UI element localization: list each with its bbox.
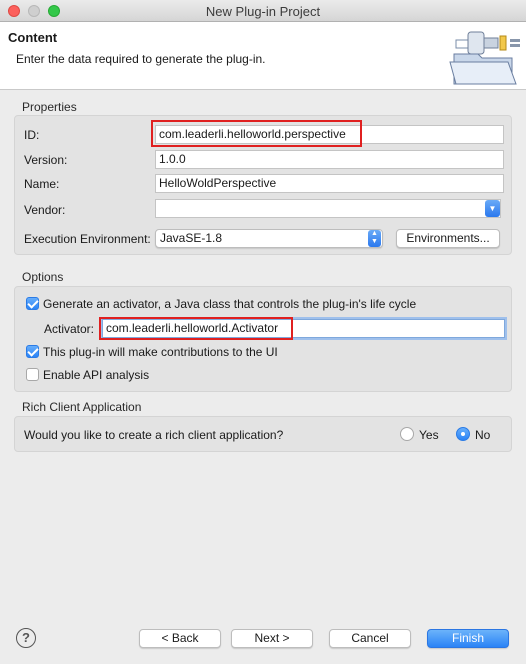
generate-activator-label: Generate an activator, a Java class that…	[43, 297, 417, 311]
id-input[interactable]: com.leaderli.helloworld.perspective	[155, 125, 504, 144]
exec-env-value: JavaSE-1.8	[160, 231, 223, 245]
cancel-button[interactable]: Cancel	[329, 629, 411, 648]
version-label: Version:	[24, 153, 68, 167]
rcp-no-label: No	[475, 428, 491, 442]
plugin-folder-banner-icon	[449, 31, 520, 85]
rcp-question: Would you like to create a rich client a…	[24, 428, 284, 442]
rcp-no-radio[interactable]	[456, 427, 470, 441]
rcp-group-label: Rich Client Application	[22, 400, 142, 414]
chevron-down-icon[interactable]: ▼	[485, 200, 500, 217]
rcp-panel: Would you like to create a rich client a…	[14, 416, 512, 452]
finish-button[interactable]: Finish	[427, 629, 509, 648]
exec-env-label: Execution Environment:	[24, 232, 151, 246]
activator-label: Activator:	[44, 322, 95, 336]
id-label: ID:	[24, 128, 40, 142]
help-icon[interactable]: ?	[16, 628, 36, 648]
vendor-combo[interactable]: ▼	[155, 199, 501, 218]
name-input[interactable]: HelloWoldPerspective	[155, 174, 504, 193]
name-label: Name:	[24, 177, 60, 191]
activator-input[interactable]: com.leaderli.helloworld.Activator	[102, 319, 505, 338]
next-button[interactable]: Next >	[231, 629, 313, 648]
rcp-yes-radio[interactable]	[400, 427, 414, 441]
exec-env-select[interactable]: JavaSE-1.8 ▲ ▼	[155, 229, 383, 248]
options-group-label: Options	[22, 270, 64, 284]
window-title: New Plug-in Project	[205, 4, 321, 19]
wizard-header: Content Enter the data required to gener…	[0, 22, 526, 90]
ui-contributions-checkbox[interactable]	[26, 345, 39, 358]
properties-panel: ID: com.leaderli.helloworld.perspective …	[14, 115, 512, 255]
page-title: Content	[8, 30, 58, 45]
ui-contributions-label: This plug-in will make contributions to …	[43, 345, 278, 359]
rcp-yes-label: Yes	[419, 428, 439, 442]
version-input[interactable]: 1.0.0	[155, 150, 504, 169]
window-titlebar: New Plug-in Project	[0, 0, 526, 22]
vendor-label: Vendor:	[24, 203, 66, 217]
properties-group-label: Properties	[22, 100, 77, 114]
options-panel: Generate an activator, a Java class that…	[14, 286, 512, 392]
chevron-updown-icon[interactable]: ▲ ▼	[368, 230, 381, 247]
api-analysis-label: Enable API analysis	[43, 368, 150, 382]
page-description: Enter the data required to generate the …	[16, 52, 266, 66]
api-analysis-checkbox[interactable]	[26, 368, 39, 381]
generate-activator-checkbox[interactable]	[26, 297, 39, 310]
back-button[interactable]: < Back	[139, 629, 221, 648]
environments-button[interactable]: Environments...	[396, 229, 500, 248]
